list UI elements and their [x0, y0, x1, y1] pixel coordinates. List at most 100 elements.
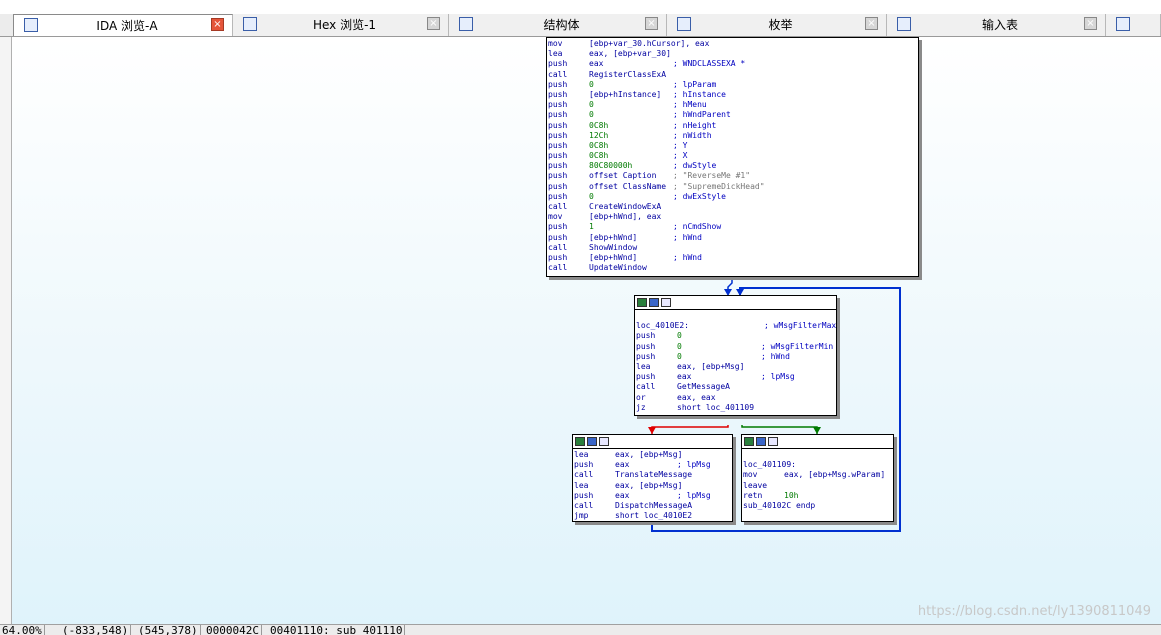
asm-mnemonic: push	[636, 351, 656, 361]
tab-label: IDA 浏览-A	[96, 19, 158, 33]
asm-listing: lea eax, [ebp+Msg] push eax ; lpMsg call Trans…	[573, 449, 732, 521]
asm-mnemonic: call	[548, 69, 568, 79]
tab-ida-view[interactable]: IDA 浏览-A ×	[13, 14, 233, 36]
asm-mnemonic: push	[548, 181, 568, 191]
asm-mnemonic: push	[548, 110, 568, 120]
comment-icon[interactable]	[768, 437, 778, 446]
tab-bar: IDA 浏览-A × Hex 浏览-1 × 结构体 × 枚举 × 输入表 ×	[0, 14, 1161, 37]
asm-line: jmp short loc_4010E2	[574, 511, 730, 521]
asm-operand: [ebp+hWnd]	[589, 252, 638, 262]
graph-icon[interactable]	[649, 298, 659, 307]
asm-line: push 12Ch ; nWidth	[548, 131, 916, 141]
asm-line: or eax, eax	[636, 393, 834, 403]
asm-line: push 0 ; dwExStyle	[548, 192, 916, 202]
asm-listing: loc_4010E2: ; wMsgFilterMax push 0 push 0 ; wM…	[635, 310, 836, 413]
asm-comment: ; hInstance	[673, 89, 726, 99]
asm-line: push 80C80000h ; dwStyle	[548, 161, 916, 171]
asm-line: lea eax, [ebp+var_30]	[548, 49, 916, 59]
asm-comment: ; wMsgFilterMin	[761, 341, 834, 351]
asm-line: call RegisterClassExA	[548, 70, 916, 80]
graph-icon[interactable]	[587, 437, 597, 446]
asm-mnemonic: leave	[743, 480, 768, 490]
asm-mnemonic: push	[548, 79, 568, 89]
close-icon[interactable]: ×	[865, 17, 878, 30]
tab-enums[interactable]: 枚举 ×	[667, 14, 887, 36]
asm-operand: 0C8h	[589, 151, 609, 161]
asm-line: jz short loc_401109	[636, 403, 834, 413]
asm-line: push [ebp+hWnd] ; hWnd	[548, 253, 916, 263]
asm-operand: TranslateMessage	[615, 470, 693, 480]
tab-label: 输入表	[981, 18, 1018, 32]
asm-mnemonic: push	[548, 171, 568, 181]
asm-operand: 0C8h	[589, 140, 609, 150]
asm-comment: ; hWnd	[673, 252, 702, 262]
asm-line: push 0 ; wMsgFilterMin	[636, 342, 834, 352]
block-color-icon[interactable]	[637, 298, 647, 307]
asm-line: lea eax, [ebp+Msg]	[574, 481, 730, 491]
asm-mnemonic: push	[574, 490, 594, 500]
block-color-icon[interactable]	[575, 437, 585, 446]
asm-operand: 0	[589, 100, 594, 110]
asm-mnemonic: lea	[548, 49, 563, 59]
asm-operand: 1	[589, 222, 594, 232]
tab-structures[interactable]: 结构体 ×	[449, 14, 667, 36]
ida-view-icon	[24, 18, 38, 32]
asm-line: loc_4010E2: ; wMsgFilterMax	[636, 321, 837, 331]
asm-line: push eax ; WNDCLASSEXA *	[548, 59, 916, 69]
block-color-icon[interactable]	[744, 437, 754, 446]
asm-mnemonic: push	[548, 252, 568, 262]
asm-line: push 1 ; nCmdShow	[548, 222, 916, 232]
asm-operand: eax, [ebp+Msg]	[677, 361, 745, 371]
node-main-block[interactable]: mov [ebp+var_30.hCursor], eax lea eax, [ebp…	[546, 37, 919, 277]
asm-mnemonic: call	[574, 470, 594, 480]
node-loc-4010e2[interactable]: loc_4010E2: ; wMsgFilterMax push 0 push 0 ; wM…	[634, 295, 837, 416]
tab-exports[interactable]	[1106, 14, 1161, 36]
asm-line: call UpdateWindow	[548, 263, 916, 273]
asm-line: lea eax, [ebp+Msg]	[636, 362, 834, 372]
close-icon[interactable]: ×	[1084, 17, 1097, 30]
asm-comment: ; wMsgFilterMax	[764, 321, 837, 331]
node-loc-401109[interactable]: loc_401109: mov eax, [ebp+Msg.wParam] leave…	[741, 434, 894, 522]
asm-line: push offset Caption ; "ReverseMe #1"	[548, 171, 916, 181]
asm-line: call ShowWindow	[548, 243, 916, 253]
asm-operand: 0	[677, 341, 682, 351]
asm-mnemonic: lea	[574, 450, 589, 459]
asm-operand: 12Ch	[589, 130, 609, 140]
asm-line: push 0 ; lpParam	[548, 80, 916, 90]
graph-view[interactable]: mov [ebp+var_30.hCursor], eax lea eax, [ebp…	[12, 37, 1161, 624]
asm-operand: 0	[677, 331, 682, 341]
comment-icon[interactable]	[661, 298, 671, 307]
close-icon[interactable]: ×	[211, 18, 224, 31]
close-icon[interactable]: ×	[645, 17, 658, 30]
asm-comment: ; dwStyle	[673, 161, 717, 171]
asm-operand: [ebp+hInstance]	[589, 89, 662, 99]
asm-comment: ; dwExStyle	[673, 191, 726, 201]
asm-comment: ; "SupremeDickHead"	[673, 181, 765, 191]
asm-comment: ; lpMsg	[677, 460, 711, 470]
asm-comment: ; lpParam	[673, 79, 717, 89]
asm-mnemonic: push	[548, 232, 568, 242]
asm-line: push eax ; lpMsg	[636, 372, 834, 382]
asm-line: sub_40102C endp	[743, 501, 891, 511]
asm-operand: eax, [ebp+Msg]	[615, 480, 683, 490]
asm-mnemonic: push	[548, 191, 568, 201]
graph-icon[interactable]	[756, 437, 766, 446]
comment-icon[interactable]	[599, 437, 609, 446]
asm-operand: 0C8h	[589, 120, 609, 130]
asm-operand: UpdateWindow	[589, 263, 647, 273]
close-icon[interactable]: ×	[427, 17, 440, 30]
asm-comment: ; nCmdShow	[673, 222, 722, 232]
asm-mnemonic: or	[636, 392, 646, 402]
asm-line: push eax ; lpMsg	[574, 491, 730, 501]
asm-operand: eax	[615, 490, 630, 500]
tab-imports[interactable]: 输入表 ×	[887, 14, 1106, 36]
tab-hex-view[interactable]: Hex 浏览-1 ×	[233, 14, 449, 36]
left-panel-edge[interactable]	[0, 37, 12, 624]
asm-operand: 0	[589, 191, 594, 201]
asm-mnemonic: push	[636, 341, 656, 351]
asm-operand: [ebp+hWnd], eax	[589, 212, 662, 222]
asm-operand: short loc_401109	[677, 402, 755, 412]
node-header	[635, 296, 836, 310]
asm-mnemonic: jmp	[574, 511, 589, 521]
node-dispatch-block[interactable]: lea eax, [ebp+Msg] push eax ; lpMsg call Trans…	[572, 434, 733, 522]
